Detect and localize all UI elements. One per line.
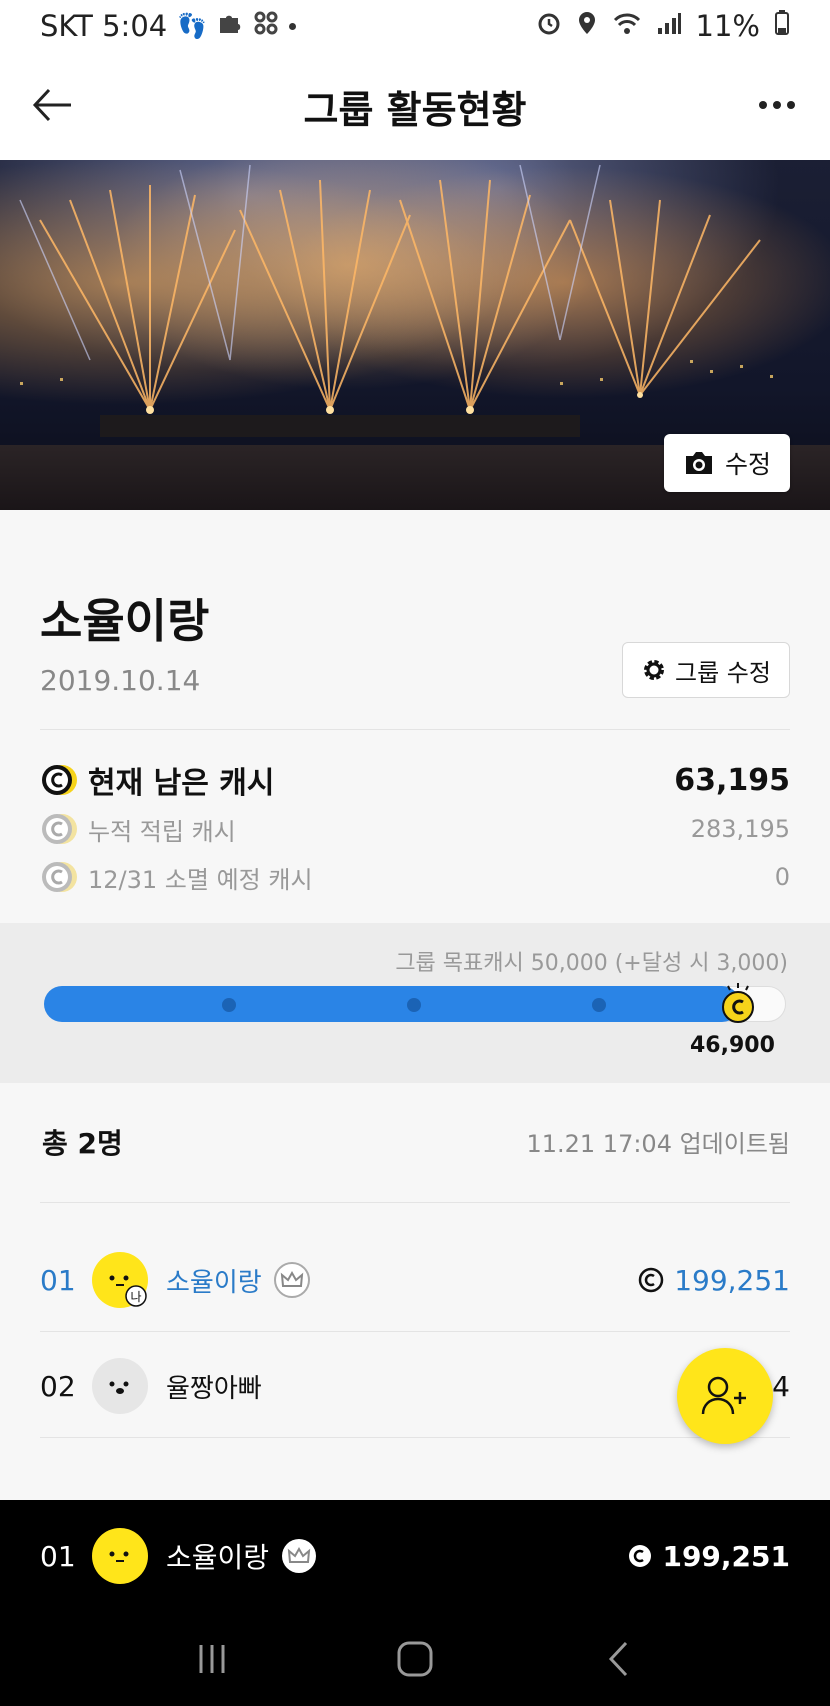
member-rank: 01 [40,1263,76,1297]
wifi-icon [612,9,642,43]
page-title: 그룹 활동현황 [303,87,527,132]
coin-icon [42,814,77,844]
app-bar: 그룹 활동현황 [0,52,830,160]
current-cash-row: 현재 남은 캐시 63,195 [40,758,790,802]
members-count: 총 2명 [42,1127,123,1160]
my-name: 소율이랑 [166,1541,270,1574]
goal-text: 그룹 목표캐시 50,000 (+달성 시 3,000) [395,951,788,976]
my-cash: 199,251 [628,1540,790,1573]
home-icon [397,1641,433,1677]
member-rank: 02 [40,1369,76,1403]
member-cash-value: 4 [772,1369,790,1403]
avatar: 나 [92,1252,148,1308]
recent-apps-button[interactable] [182,1629,242,1689]
my-rank-bar: 01 소율이랑 199,251 [0,1500,830,1612]
back-button[interactable] [28,80,78,130]
my-rank: 01 [40,1539,76,1573]
member-cash-value: 199,251 [674,1263,790,1297]
puzzle-icon [217,9,243,43]
divider [40,1331,790,1332]
battery-percent: 11% [695,9,760,43]
group-name: 소율이랑 [40,594,210,648]
footprints-icon: 👣 [177,12,208,40]
goal-progress-fill [44,986,740,1022]
crown-icon [282,1539,317,1573]
home-button[interactable] [385,1629,445,1689]
edit-photo-label: 수정 [724,450,771,479]
more-button[interactable] [752,80,802,130]
invite-member-button[interactable] [677,1348,773,1444]
current-cash-label: 현재 남은 캐시 [88,766,275,801]
yellow-face-icon [109,1551,129,1562]
add-person-icon [701,1376,746,1415]
coin-icon [42,765,77,795]
camera-icon [685,452,712,474]
group-banner-image: 수정 [0,160,830,510]
progress-step-dot [222,998,236,1012]
divider [40,1437,790,1438]
coin-icon [629,1545,652,1567]
avatar [92,1528,148,1584]
progress-coin-marker [722,983,754,1023]
recent-apps-icon [199,1645,225,1673]
member-row[interactable]: 01 나 소율이랑 199,251 [40,1228,790,1332]
member-name: 소율이랑 [166,1267,262,1298]
gray-face-icon [109,1381,129,1394]
battery-icon [774,9,790,43]
dot-icon [289,22,297,30]
member-name: 율짱아빠 [166,1373,262,1404]
grid-icon [253,9,279,43]
more-horizontal-icon [759,101,795,109]
yellow-face-icon: 나 [109,1275,147,1307]
progress-step-dot [592,998,606,1012]
carrier-time: SKT 5:04 [40,9,168,43]
goal-progress-value: 46,900 [690,1033,775,1058]
gear-icon [644,660,665,680]
group-created-date: 2019.10.14 [40,664,201,697]
group-goal-panel: 그룹 목표캐시 50,000 (+달성 시 3,000) 46,900 [0,923,830,1083]
back-icon [609,1641,628,1677]
edit-photo-button[interactable]: 수정 [664,434,790,492]
accumulated-cash-value: 283,195 [690,815,790,843]
alarm-icon [536,9,562,43]
progress-step-dot [407,998,421,1012]
coin-icon [42,862,77,892]
current-cash-value: 63,195 [674,762,790,798]
updated-timestamp: 11.21 17:04 업데이트됨 [526,1130,790,1158]
divider [40,729,790,730]
divider [40,1202,790,1203]
accumulated-cash-label: 누적 적립 캐시 [88,817,236,846]
expiring-cash-label: 12/31 소멸 예정 캐시 [88,865,313,894]
signal-icon [656,9,682,43]
my-cash-value: 199,251 [662,1539,790,1573]
member-cash: 199,251 [638,1264,790,1297]
avatar [92,1358,148,1414]
expiring-cash-value: 0 [774,863,790,891]
accumulated-cash-row: 누적 적립 캐시 283,195 [40,810,790,848]
nav-back-button[interactable] [588,1629,648,1689]
crown-icon [273,1262,310,1298]
me-badge: 나 [130,1290,141,1304]
coin-icon [638,1267,664,1293]
location-icon [576,9,598,43]
arrow-left-icon [32,88,71,122]
edit-group-button[interactable]: 그룹 수정 [622,642,790,698]
edit-group-label: 그룹 수정 [675,658,771,687]
expiring-cash-row: 12/31 소멸 예정 캐시 0 [40,858,790,896]
system-nav-bar [0,1612,830,1706]
status-bar: SKT 5:04 👣 11% [0,0,830,52]
